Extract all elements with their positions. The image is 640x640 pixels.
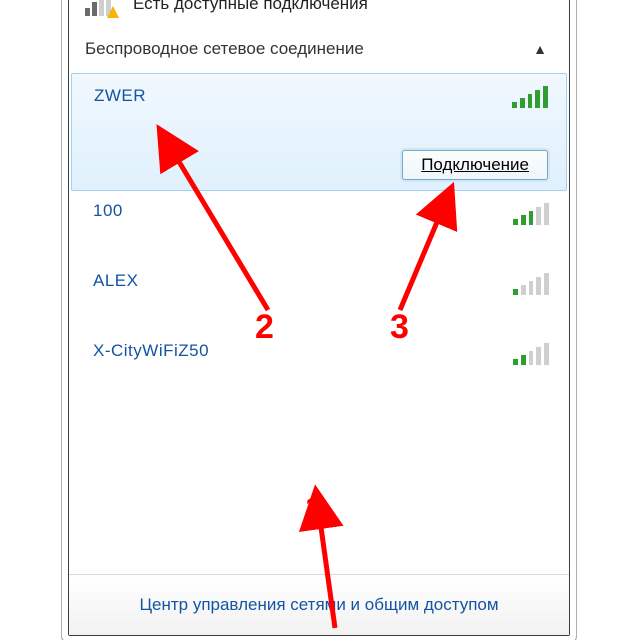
annotation-3: 3 (390, 308, 409, 347)
connect-button[interactable]: Подключение (402, 150, 548, 180)
network-icon (85, 0, 119, 18)
network-list: ZWER Подключение 100 ALEX X-CityWiFiZ50 (69, 73, 569, 401)
network-center-link[interactable]: Центр управления сетями и общим доступом (69, 574, 569, 635)
available-header: Есть доступные подключения (69, 0, 569, 25)
network-name: X-CityWiFiZ50 (93, 341, 209, 361)
network-item-100[interactable]: 100 (69, 191, 569, 261)
chevron-up-icon: ▲ (533, 41, 547, 57)
section-wireless[interactable]: Беспроводное сетевое соединение ▲ (69, 25, 569, 73)
network-flyout: Есть доступные подключения Беспроводное … (68, 0, 570, 636)
signal-icon (513, 271, 549, 295)
network-name: 100 (93, 201, 123, 221)
annotation-2: 2 (255, 308, 274, 347)
available-text: Есть доступные подключения (133, 0, 368, 14)
signal-icon (513, 201, 549, 225)
annotation-1: 1 (305, 490, 324, 529)
signal-icon (513, 341, 549, 365)
network-name: ZWER (94, 86, 146, 106)
signal-icon (512, 84, 548, 108)
network-item-alex[interactable]: ALEX (69, 261, 569, 331)
network-name: ALEX (93, 271, 138, 291)
network-item-zwer[interactable]: ZWER Подключение (71, 73, 567, 191)
section-title: Беспроводное сетевое соединение (85, 39, 364, 59)
network-item-xcity[interactable]: X-CityWiFiZ50 (69, 331, 569, 401)
